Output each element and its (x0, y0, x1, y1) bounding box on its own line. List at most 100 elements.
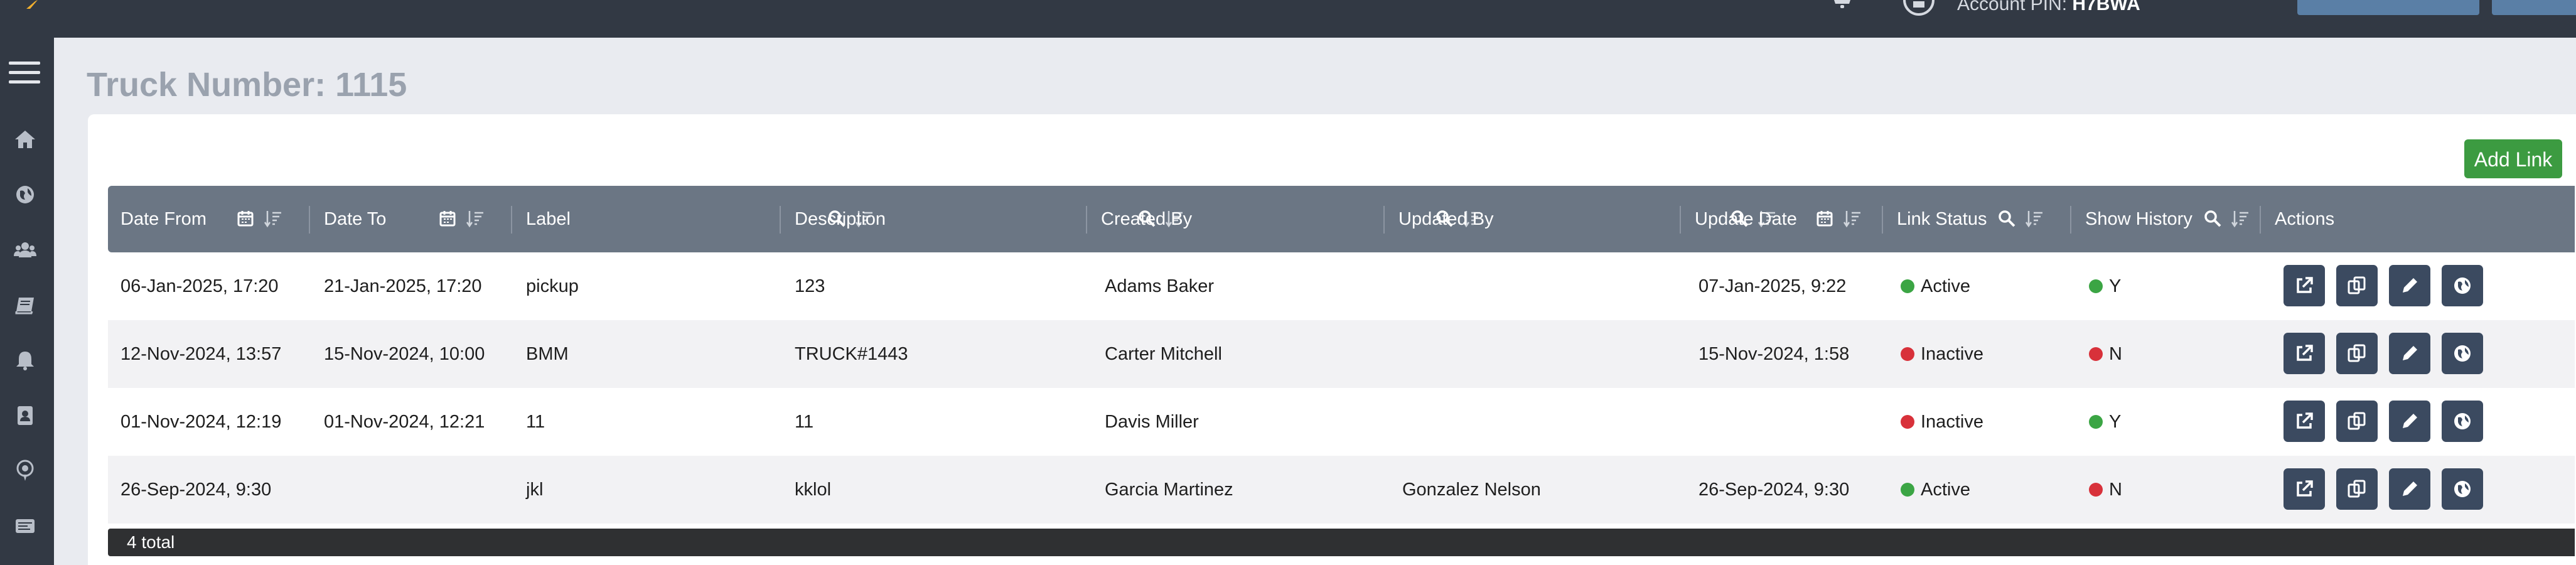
cell-date-to: 01-Nov-2024, 12:21 (324, 412, 485, 432)
column-header-update-date[interactable]: Update Date (1682, 186, 1884, 252)
cell-show-history: N (2089, 456, 2122, 524)
map-button[interactable] (2442, 468, 2483, 510)
links-table: Date From Date To Label Description Crea… (108, 186, 2575, 252)
copy-button[interactable] (2336, 265, 2378, 306)
notification-bell-icon[interactable] (1832, 0, 1853, 10)
history-dot (2089, 415, 2103, 429)
copy-button[interactable] (2336, 468, 2378, 510)
column-header-description[interactable]: Description (782, 186, 1183, 252)
cell-update-date: 26-Sep-2024, 9:30 (1699, 480, 1850, 500)
history-text: Y (2109, 412, 2122, 432)
map-button[interactable] (2442, 265, 2483, 306)
hamburger-menu-icon[interactable] (9, 62, 40, 85)
column-divider (1086, 206, 1087, 234)
book-icon[interactable] (13, 293, 38, 318)
home-icon[interactable] (13, 127, 38, 152)
edit-button[interactable] (2389, 333, 2430, 374)
cell-description: 11 (795, 412, 814, 432)
sort-icon[interactable] (2025, 209, 2044, 228)
table-row: 01-Nov-2024, 12:19 01-Nov-2024, 12:21 11… (108, 388, 2575, 456)
copy-icon (2348, 344, 2366, 362)
map-button[interactable] (2442, 401, 2483, 442)
edit-pencil-icon (2403, 278, 2417, 293)
column-header-date-to[interactable]: Date To (311, 186, 513, 252)
history-text: Y (2109, 276, 2122, 296)
table-header-row: Date From Date To Label Description Crea… (108, 186, 2575, 252)
external-link-icon (2297, 345, 2313, 361)
external-link-icon (2297, 277, 2313, 293)
calendar-icon[interactable] (1815, 209, 1834, 228)
open-link-button[interactable] (2284, 468, 2325, 510)
top-action-button-1[interactable] (2297, 0, 2479, 15)
table-body: 06-Jan-2025, 17:20 21-Jan-2025, 17:20 pi… (108, 252, 2575, 524)
status-text: Active (1921, 276, 1970, 296)
column-label: Label (526, 209, 571, 229)
column-label: Update Date (1695, 209, 1797, 229)
column-divider (1383, 206, 1385, 234)
column-header-updated-by[interactable]: Updated By (1386, 186, 1775, 252)
column-header-link-status[interactable]: Link Status (1884, 186, 2073, 252)
bell-icon[interactable] (13, 348, 38, 373)
column-divider (1882, 206, 1883, 234)
cell-label: pickup (526, 276, 579, 296)
copy-icon (2348, 412, 2366, 430)
search-icon[interactable] (2203, 209, 2222, 228)
sort-icon[interactable] (264, 209, 282, 228)
edit-pencil-icon (2403, 482, 2417, 496)
history-dot (2089, 483, 2103, 497)
sort-icon[interactable] (466, 209, 485, 228)
column-divider (1680, 206, 1681, 234)
cell-date-from: 06-Jan-2025, 17:20 (121, 276, 279, 296)
column-label: Updated By (1398, 209, 1494, 229)
globe-icon (2454, 277, 2471, 294)
edit-button[interactable] (2389, 401, 2430, 442)
cell-created-by: Carter Mitchell (1105, 344, 1222, 364)
copy-button[interactable] (2336, 401, 2378, 442)
cell-show-history: Y (2089, 252, 2121, 320)
add-link-button[interactable]: Add Link (2464, 139, 2562, 178)
external-link-icon (2297, 480, 2313, 497)
table-row: 12-Nov-2024, 13:57 15-Nov-2024, 10:00 BM… (108, 320, 2575, 388)
cell-label: BMM (526, 344, 569, 364)
copy-icon (2348, 480, 2366, 498)
copy-button[interactable] (2336, 333, 2378, 374)
column-label: Date To (324, 209, 387, 229)
globe-icon[interactable] (13, 182, 38, 207)
map-button[interactable] (2442, 333, 2483, 374)
history-dot (2089, 279, 2103, 293)
column-header-show-history[interactable]: Show History (2073, 186, 2262, 252)
contact-card-icon[interactable] (13, 403, 38, 428)
column-header-created-by[interactable]: Created By (1088, 186, 1480, 252)
cell-date-from: 01-Nov-2024, 12:19 (121, 412, 282, 432)
top-action-button-2[interactable] (2492, 0, 2576, 15)
cell-date-to: 15-Nov-2024, 10:00 (324, 344, 485, 364)
status-dot (1901, 347, 1914, 361)
edit-button[interactable] (2389, 468, 2430, 510)
cell-updated-by: Gonzalez Nelson (1402, 480, 1541, 500)
sort-icon[interactable] (1843, 209, 1862, 228)
total-count: 4 total (127, 532, 175, 552)
id-card-icon[interactable] (13, 514, 38, 539)
column-divider (2260, 206, 2261, 234)
cell-update-date: 15-Nov-2024, 1:58 (1699, 344, 1850, 364)
user-account-icon[interactable] (1902, 0, 1936, 16)
column-header-date-from[interactable]: Date From (108, 186, 311, 252)
sort-icon[interactable] (2231, 209, 2250, 228)
cell-label: 11 (526, 412, 545, 432)
cell-description: kklol (795, 480, 832, 500)
calendar-icon[interactable] (236, 209, 255, 228)
column-header-label[interactable]: Label (513, 186, 872, 252)
open-link-button[interactable] (2284, 401, 2325, 442)
status-text: Inactive (1921, 412, 1983, 432)
users-icon[interactable] (13, 237, 38, 262)
edit-button[interactable] (2389, 265, 2430, 306)
calendar-icon[interactable] (438, 209, 457, 228)
search-icon[interactable] (1997, 209, 2016, 228)
location-pin-icon[interactable] (13, 458, 38, 483)
globe-icon (2454, 413, 2471, 429)
open-link-button[interactable] (2284, 333, 2325, 374)
column-label: Description (795, 209, 886, 229)
status-dot (1901, 483, 1914, 497)
open-link-button[interactable] (2284, 265, 2325, 306)
cell-description: TRUCK#1443 (795, 344, 908, 364)
